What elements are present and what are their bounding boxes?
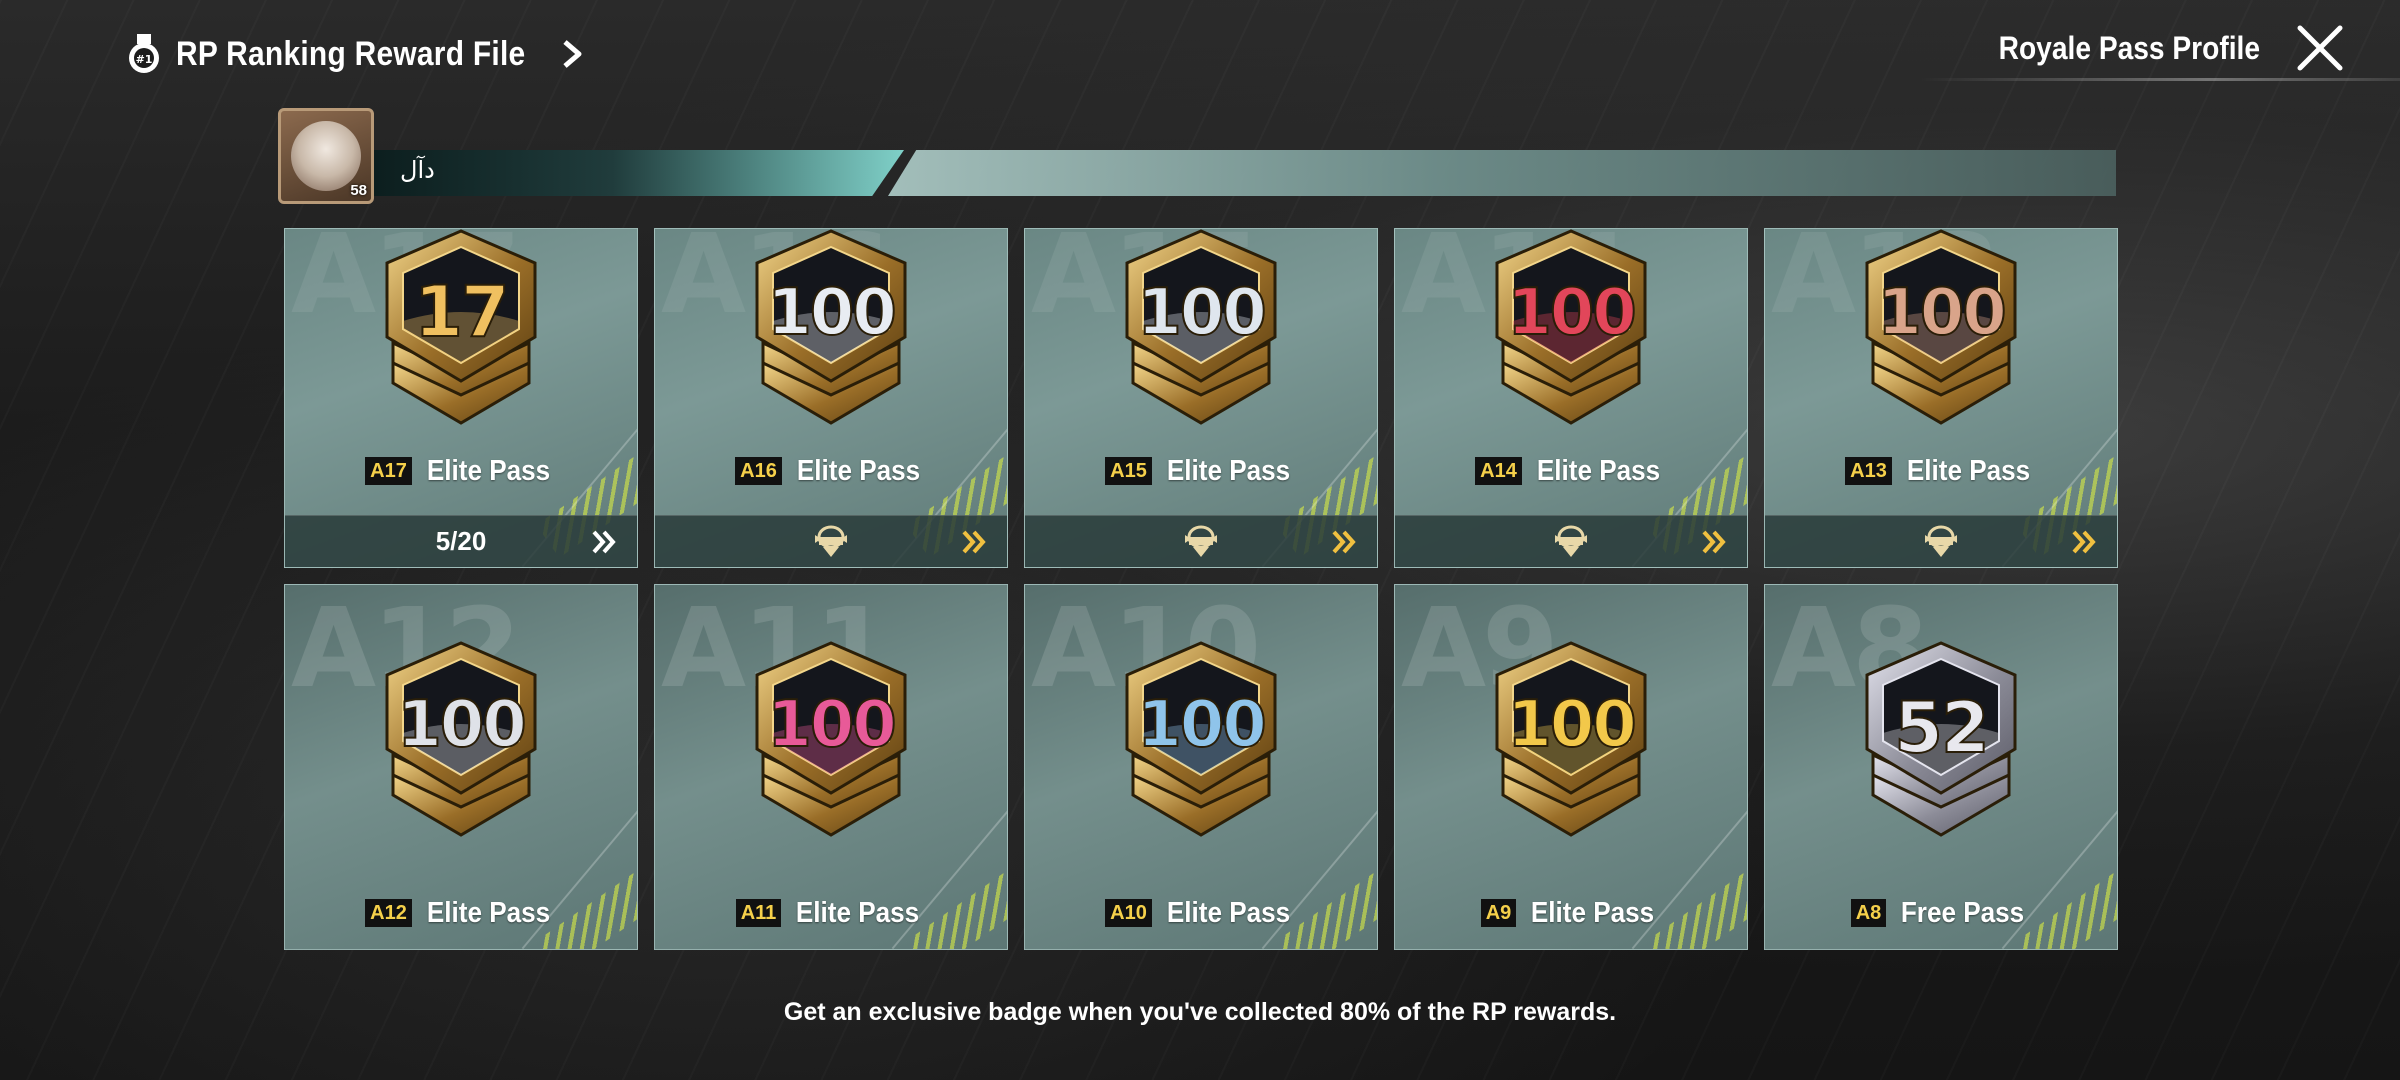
avatar-image [291, 121, 361, 191]
player-name: دآل [400, 156, 435, 184]
card-label: A16 Elite Pass [655, 451, 1007, 491]
gold-rank-badge-icon: 100 [1483, 229, 1659, 433]
card-footer[interactable] [655, 515, 1007, 567]
rank-number: 100 [1136, 276, 1268, 350]
chevron-right-icon [563, 40, 582, 68]
card-label: A10 Elite Pass [1025, 893, 1377, 933]
header-actions: Royale Pass Profile [1963, 18, 2346, 78]
season-tag: A13 [1845, 457, 1892, 485]
season-tag: A11 [735, 899, 782, 927]
gold-rank-badge-icon: 100 [1483, 637, 1659, 845]
rp-card-a8[interactable]: A8 52 A8 Free Pass [1764, 584, 2118, 950]
season-tag: A8 [1850, 899, 1887, 927]
card-label: A14 Elite Pass [1395, 451, 1747, 491]
pass-name: Free Pass [1901, 896, 2025, 929]
card-footer[interactable] [1395, 515, 1747, 567]
gold-rank-badge-icon: 100 [1113, 637, 1289, 845]
season-tag: A14 [1475, 457, 1522, 485]
pass-name: Elite Pass [426, 896, 551, 929]
card-footer[interactable]: 5/20 [285, 515, 637, 567]
card-label: A8 Free Pass [1765, 893, 2117, 933]
rank-number: 17 [413, 271, 510, 353]
pass-name: Elite Pass [796, 896, 920, 929]
season-tag: A15 [1105, 457, 1152, 485]
progress-count: 5/20 [435, 526, 487, 556]
rank-number: 100 [1876, 276, 2008, 350]
card-label: A17 Elite Pass [285, 451, 637, 491]
season-tag: A9 [1480, 899, 1517, 927]
pass-name: Elite Pass [1166, 454, 1291, 487]
season-tag: A12 [365, 899, 412, 927]
rp-card-a12[interactable]: A12 100 A12 Elite Pass [284, 584, 638, 950]
double-chevron-right-icon [592, 530, 616, 554]
gold-rank-badge-icon: 100 [1113, 229, 1289, 433]
header-divider [1920, 78, 2400, 81]
pass-name: Elite Pass [1166, 896, 1291, 929]
season-tag: A17 [365, 457, 412, 485]
rank-number: 100 [766, 276, 898, 350]
helmet-badge-icon [1555, 525, 1587, 557]
rank-number: 100 [1136, 688, 1268, 762]
card-label: A12 Elite Pass [285, 893, 637, 933]
rank-number: 100 [396, 688, 528, 762]
double-chevron-right-icon [962, 530, 986, 554]
card-label: A13 Elite Pass [1765, 451, 2117, 491]
card-label: A9 Elite Pass [1395, 893, 1747, 933]
pass-name: Elite Pass [426, 454, 551, 487]
rank-number: 100 [1506, 688, 1638, 762]
rank-number: 100 [766, 688, 898, 762]
rp-card-a16[interactable]: A16 100 A16 Elite Pass [654, 228, 1008, 568]
season-tag: A10 [1105, 899, 1152, 927]
rp-card-a10[interactable]: A10 100 A10 Elite Pass [1024, 584, 1378, 950]
gold-rank-badge-icon: 17 [373, 229, 549, 433]
helmet-badge-icon [1185, 525, 1217, 557]
card-label: A15 Elite Pass [1025, 451, 1377, 491]
card-label: A11 Elite Pass [655, 893, 1007, 933]
helmet-badge-icon [815, 525, 847, 557]
season-tag: A16 [735, 457, 782, 485]
svg-text:#1: #1 [136, 53, 153, 66]
pass-name: Elite Pass [1906, 454, 2031, 487]
gold-rank-badge-icon: 100 [743, 637, 919, 845]
rp-card-a9[interactable]: A9 100 A9 Elite Pass [1394, 584, 1748, 950]
avatar-level: 58 [350, 182, 367, 199]
rank-number: 52 [1893, 687, 1990, 769]
rp-card-a17[interactable]: A17 17 A17 Elite Pass 5/20 [284, 228, 638, 568]
badge-hint-text: Get an exclusive badge when you've colle… [783, 998, 1617, 1026]
gold-rank-badge-icon: 100 [373, 637, 549, 845]
pass-name: Elite Pass [796, 454, 921, 487]
rp-card-a13[interactable]: A13 100 A13 Elite Pass [1764, 228, 2118, 568]
pass-name: Elite Pass [1531, 896, 1655, 929]
rank-number: 100 [1506, 276, 1638, 350]
rp-card-a14[interactable]: A14 100 A14 Elite Pass [1394, 228, 1748, 568]
card-footer[interactable] [1765, 515, 2117, 567]
player-name-strip [374, 150, 904, 196]
helmet-badge-icon [1925, 525, 1957, 557]
gold-rank-badge-icon: 100 [1853, 229, 2029, 433]
rp-card-a11[interactable]: A11 100 A11 Elite Pass [654, 584, 1008, 950]
royale-pass-profile-button[interactable]: Royale Pass Profile [1999, 30, 2260, 67]
gold-rank-badge-icon: 100 [743, 229, 919, 433]
rp-card-grid: A1717A17Elite Pass5/20A16100A16Elite Pas… [284, 228, 2118, 952]
silver-rank-badge-icon: 52 [1853, 637, 2029, 845]
double-chevron-right-icon [1332, 530, 1356, 554]
double-chevron-right-icon [1702, 530, 1726, 554]
player-bar: 58 دآل [278, 108, 2116, 204]
page-title: RP Ranking Reward File [176, 34, 526, 73]
pass-name: Elite Pass [1536, 454, 1661, 487]
medal-icon: #1 [129, 34, 159, 73]
double-chevron-right-icon [2072, 530, 2096, 554]
close-icon[interactable] [2294, 22, 2346, 74]
avatar[interactable]: 58 [278, 108, 374, 204]
header-title-group[interactable]: #1 RP Ranking Reward File [126, 28, 585, 80]
card-footer[interactable] [1025, 515, 1377, 567]
rp-card-a15[interactable]: A15 100 A15 Elite Pass [1024, 228, 1378, 568]
player-info-strip [888, 150, 2116, 196]
